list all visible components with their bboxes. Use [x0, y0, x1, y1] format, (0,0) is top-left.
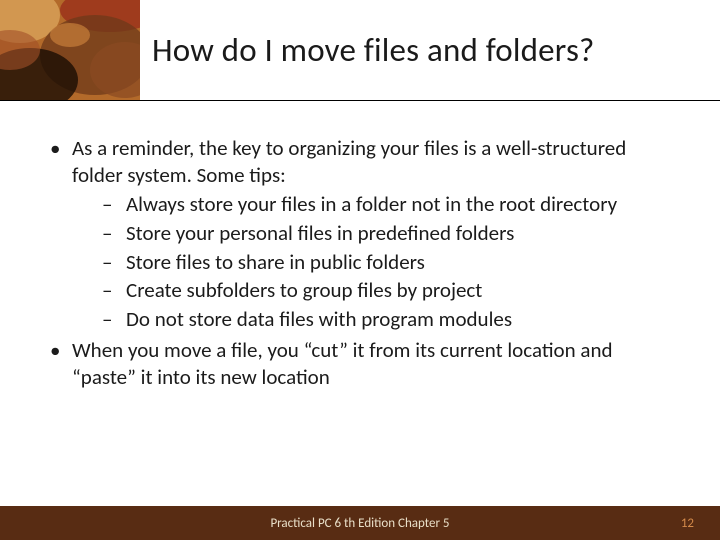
- list-item: As a reminder, the key to organizing you…: [48, 135, 680, 333]
- bullet-list: As a reminder, the key to organizing you…: [48, 135, 680, 391]
- list-item: Create subfolders to group files by proj…: [102, 277, 680, 304]
- title-divider: [0, 100, 720, 101]
- page-number: 12: [681, 516, 694, 531]
- bullet-text: Store files to share in public folders: [126, 249, 425, 275]
- list-item: Always store your files in a folder not …: [102, 191, 680, 218]
- slide: How do I move files and folders? As a re…: [0, 0, 720, 540]
- sub-bullet-list: Always store your files in a folder not …: [72, 191, 680, 333]
- title-row: How do I move files and folders?: [0, 0, 720, 100]
- bullet-text: Store your personal files in predefined …: [126, 220, 514, 246]
- slide-body: As a reminder, the key to organizing you…: [48, 135, 680, 395]
- bullet-text: Create subfolders to group files by proj…: [126, 277, 482, 303]
- bullet-text: Do not store data files with program mod…: [126, 306, 512, 332]
- bullet-text: When you move a file, you “cut” it from …: [72, 337, 613, 390]
- bullet-text: Always store your files in a folder not …: [126, 191, 617, 217]
- list-item: When you move a file, you “cut” it from …: [48, 337, 680, 391]
- list-item: Store your personal files in predefined …: [102, 220, 680, 247]
- footer-bar: Practical PC 6 th Edition Chapter 5 12: [0, 506, 720, 540]
- bullet-text: As a reminder, the key to organizing you…: [72, 135, 626, 188]
- list-item: Store files to share in public folders: [102, 249, 680, 276]
- footer-text: Practical PC 6 th Edition Chapter 5: [270, 516, 449, 531]
- slide-title: How do I move files and folders?: [152, 30, 595, 70]
- list-item: Do not store data files with program mod…: [102, 306, 680, 333]
